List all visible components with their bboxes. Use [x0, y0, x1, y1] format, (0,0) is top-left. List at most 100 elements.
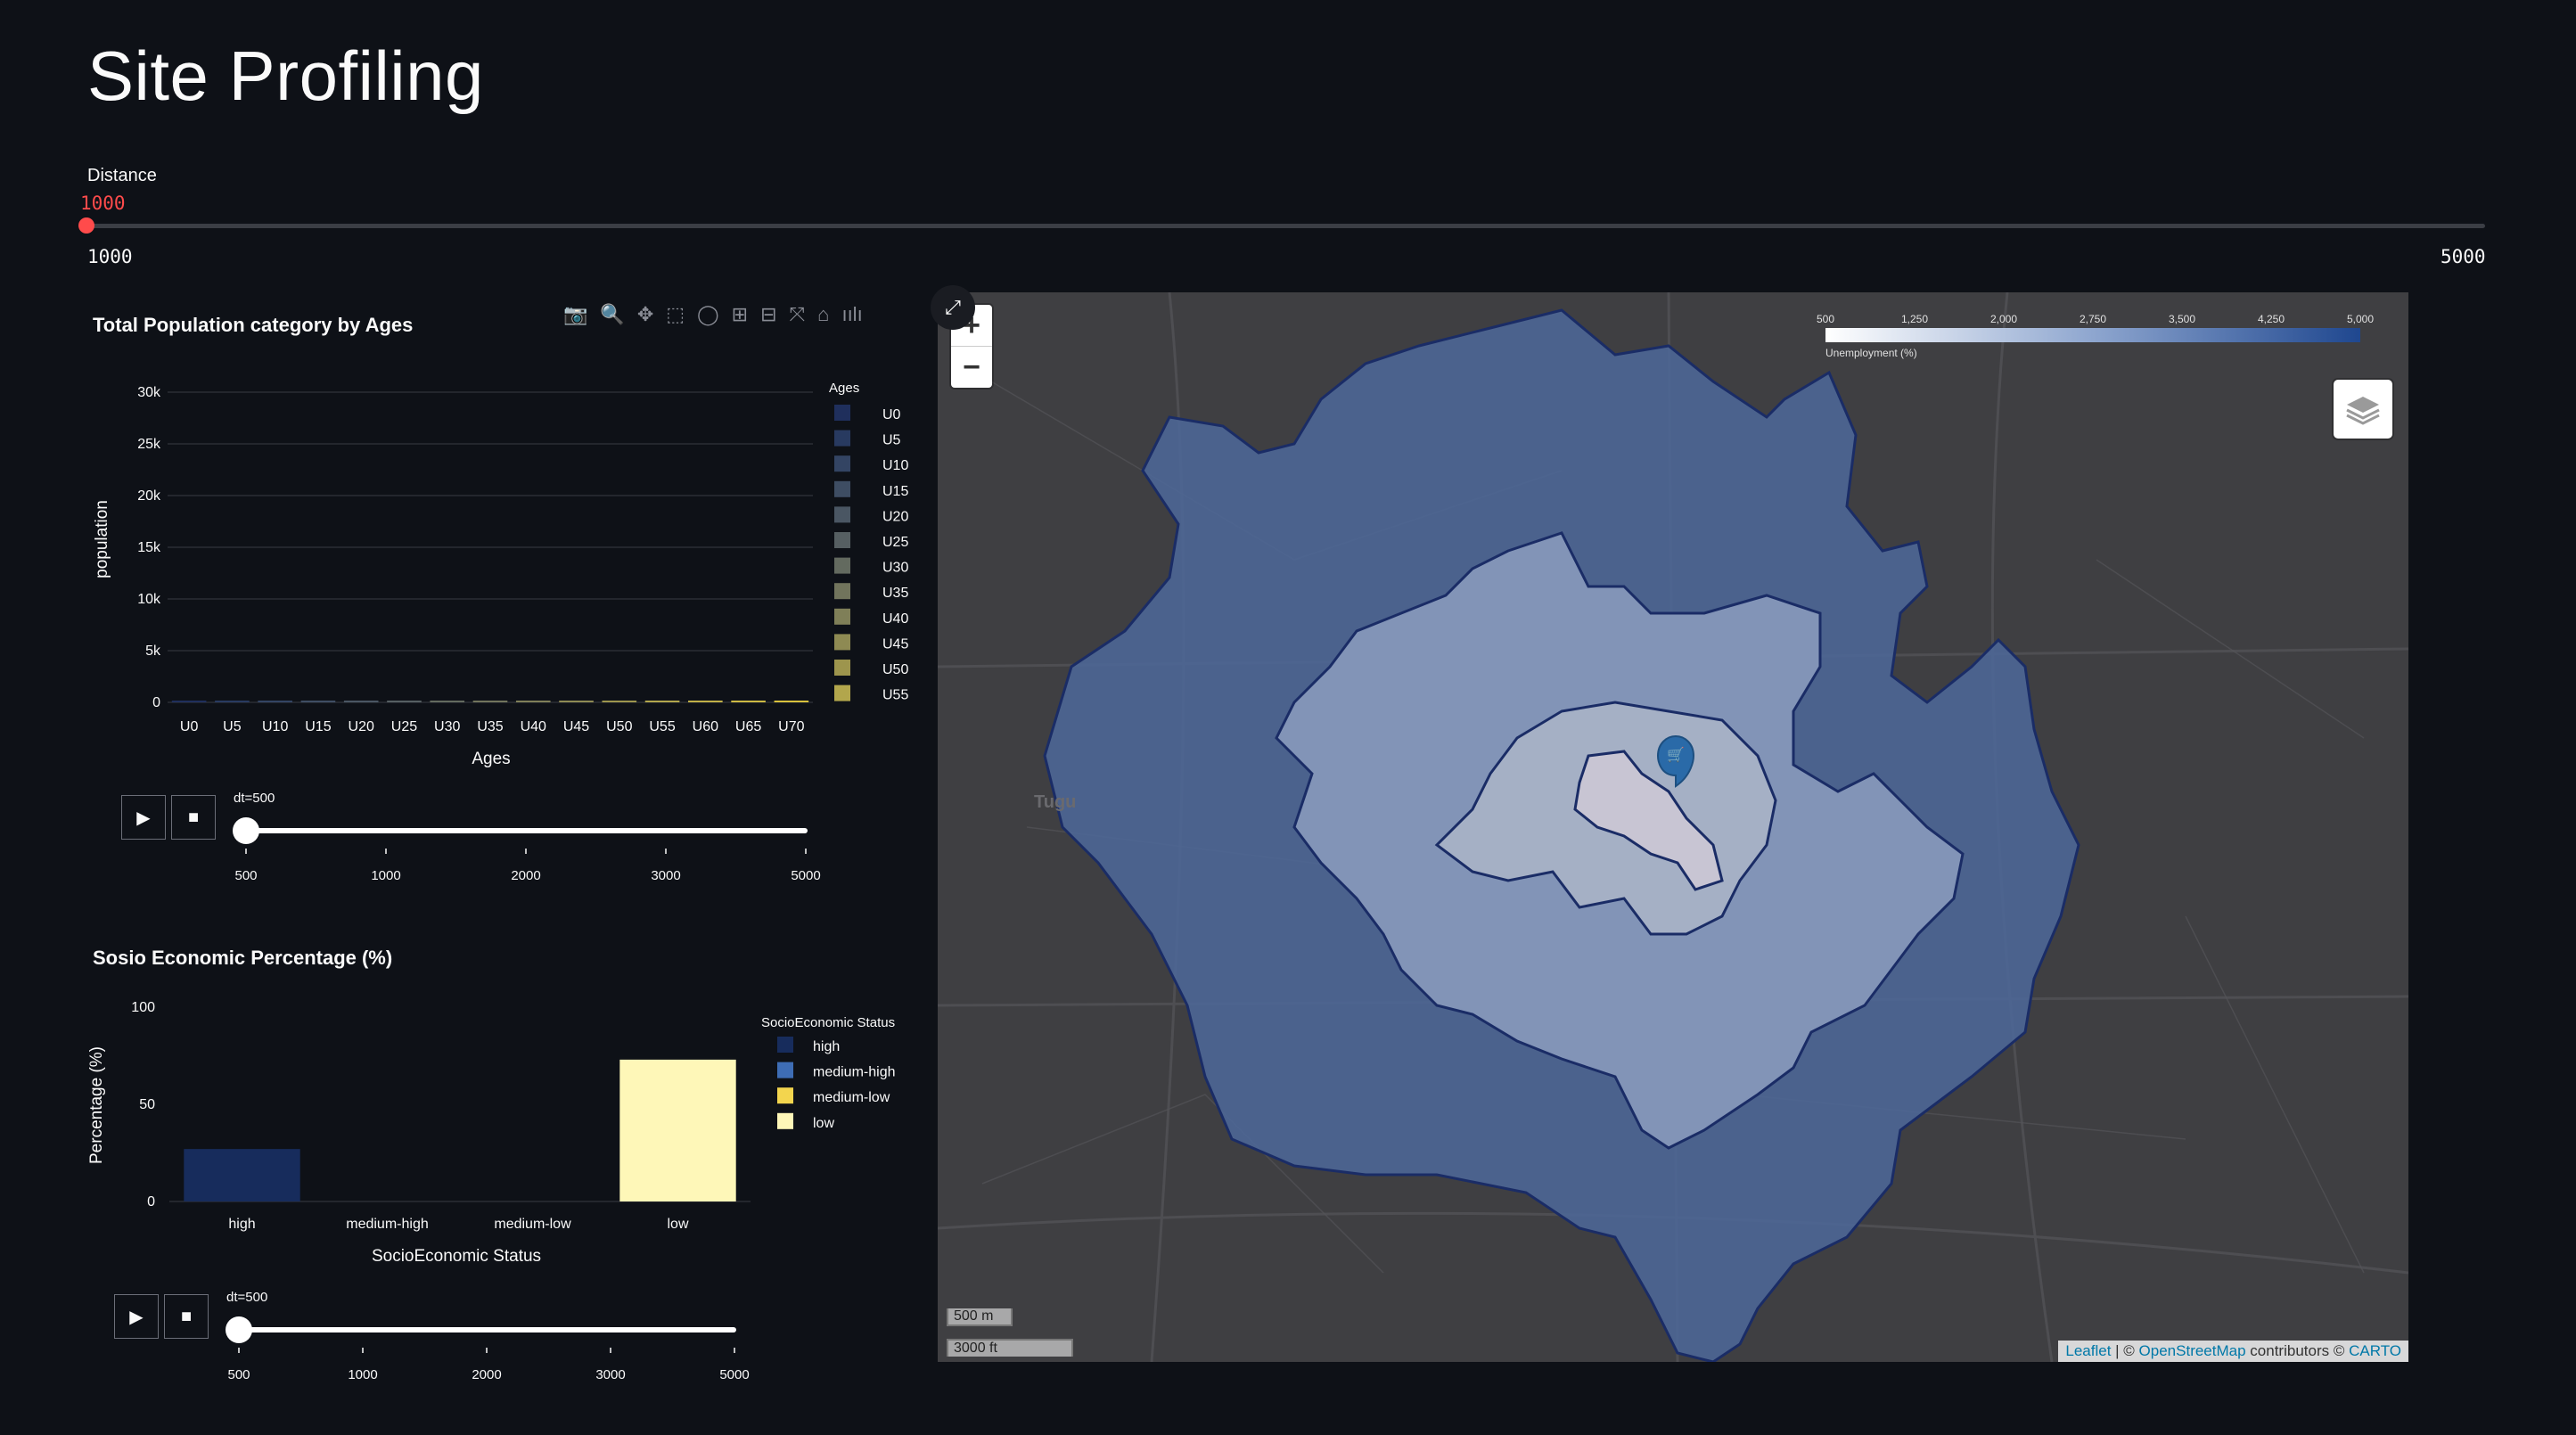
population-animation-thumb[interactable]: [233, 817, 259, 844]
population-legend-swatch[interactable]: [834, 506, 850, 523]
population-bar[interactable]: [731, 701, 766, 702]
population-anim-tick-label[interactable]: 500: [234, 868, 257, 883]
map[interactable]: 🛒 Tugu 500 1,250 2,000 2,750 3,500 4,250 5,000…: [938, 292, 2408, 1362]
population-bar[interactable]: [602, 701, 637, 702]
population-legend-label[interactable]: U25: [882, 535, 908, 550]
population-bar[interactable]: [644, 701, 680, 702]
osm-link[interactable]: OpenStreetMap: [2139, 1342, 2246, 1359]
population-bar[interactable]: [387, 701, 422, 702]
fullscreen-button[interactable]: ⤢: [931, 285, 975, 330]
map-tiles[interactable]: 🛒 Tugu 500 1,250 2,000 2,750 3,500 4,250 5,000…: [938, 292, 2408, 1362]
population-legend-swatch[interactable]: [834, 583, 850, 600]
population-y-tick: 30k: [137, 385, 161, 400]
distance-slider-thumb[interactable]: [78, 217, 94, 234]
population-legend-label[interactable]: U5: [882, 433, 901, 448]
socio-legend-swatch[interactable]: [777, 1062, 793, 1078]
socio-anim-tick-label[interactable]: 5000: [719, 1367, 749, 1382]
population-legend-label[interactable]: U40: [882, 611, 908, 627]
population-legend-swatch[interactable]: [834, 455, 850, 472]
socio-animation-thumb[interactable]: [226, 1316, 252, 1343]
socio-animation-track[interactable]: [237, 1327, 736, 1332]
socio-x-tick: medium-low: [494, 1217, 571, 1232]
leaflet-link[interactable]: Leaflet: [2065, 1342, 2111, 1359]
population-anim-tick-label[interactable]: 1000: [371, 868, 400, 883]
socio-bar[interactable]: [184, 1149, 300, 1201]
zoom-out-button[interactable]: −: [951, 346, 992, 388]
socio-bar[interactable]: [619, 1059, 736, 1201]
camera-icon[interactable]: 📷: [563, 303, 587, 326]
carto-link[interactable]: CARTO: [2349, 1342, 2401, 1359]
population-stop-button[interactable]: ■: [171, 795, 216, 840]
population-bar[interactable]: [258, 701, 292, 702]
population-anim-tick-label[interactable]: 2000: [511, 868, 540, 883]
zoom-out-icon[interactable]: ⊟: [760, 303, 776, 326]
population-bar[interactable]: [472, 701, 508, 702]
population-legend-label[interactable]: U20: [882, 509, 908, 524]
population-bar[interactable]: [559, 701, 594, 702]
zoom-icon[interactable]: 🔍: [600, 303, 624, 326]
socio-x-tick: low: [667, 1217, 688, 1232]
distance-slider-max: 5000: [2441, 246, 2486, 267]
population-bar[interactable]: [300, 701, 336, 702]
population-bar[interactable]: [688, 701, 723, 702]
population-legend-label[interactable]: U10: [882, 458, 908, 473]
autoscale-icon[interactable]: ⤧: [790, 303, 806, 326]
population-animation-track[interactable]: [244, 828, 808, 833]
distance-slider-track[interactable]: [87, 224, 2485, 228]
population-x-tick: U5: [223, 719, 242, 734]
population-bar[interactable]: [215, 701, 250, 702]
population-anim-tick-label[interactable]: 3000: [651, 868, 680, 883]
population-legend-swatch[interactable]: [834, 480, 850, 497]
population-legend-label[interactable]: U50: [882, 662, 908, 677]
reset-axes-icon[interactable]: ⌂: [817, 303, 829, 326]
population-legend-swatch[interactable]: [834, 685, 850, 701]
socio-legend-label[interactable]: low: [813, 1116, 834, 1131]
population-bar[interactable]: [430, 701, 465, 702]
population-animation-slider[interactable]: dt=500 500 1000 2000 3000 5000: [223, 784, 829, 891]
socio-play-button[interactable]: ▶: [114, 1294, 159, 1339]
population-legend-label[interactable]: U55: [882, 688, 908, 703]
socio-legend-label[interactable]: high: [813, 1039, 840, 1054]
population-y-tick: 20k: [137, 488, 161, 504]
socio-stop-button[interactable]: ■: [164, 1294, 209, 1339]
population-legend-label[interactable]: U30: [882, 561, 908, 576]
socio-animation-slider[interactable]: dt=500 500 1000 2000 3000 5000: [216, 1283, 768, 1390]
population-bar[interactable]: [515, 701, 551, 702]
population-legend-swatch[interactable]: [834, 430, 850, 447]
population-legend-label[interactable]: U45: [882, 636, 908, 652]
colorbar-tick: 2,000: [1990, 313, 2017, 325]
socio-anim-tick-label[interactable]: 3000: [595, 1367, 625, 1382]
population-chart-x-axis-title: Ages: [472, 750, 510, 768]
socio-legend-title: SocioEconomic Status: [761, 1015, 895, 1030]
population-legend-label[interactable]: U0: [882, 407, 901, 422]
population-bar[interactable]: [171, 701, 207, 702]
socio-chart-x-axis-title: SocioEconomic Status: [372, 1247, 541, 1266]
population-anim-tick-label[interactable]: 5000: [791, 868, 820, 883]
lasso-select-icon[interactable]: ◯: [697, 303, 719, 326]
population-legend-label[interactable]: U15: [882, 484, 908, 499]
socio-animation-label: dt=500: [226, 1290, 267, 1305]
population-bar[interactable]: [774, 701, 809, 702]
population-legend-swatch[interactable]: [834, 634, 850, 651]
population-play-button[interactable]: ▶: [121, 795, 166, 840]
population-legend-swatch[interactable]: [834, 660, 850, 676]
population-legend-swatch[interactable]: [834, 532, 850, 548]
socio-legend-swatch[interactable]: [777, 1087, 793, 1104]
socio-legend-swatch[interactable]: [777, 1112, 793, 1129]
box-select-icon[interactable]: ⬚: [666, 303, 685, 326]
socio-legend-label[interactable]: medium-high: [813, 1065, 895, 1080]
socio-anim-tick-label[interactable]: 500: [227, 1367, 250, 1382]
plotly-logo-icon[interactable]: ıılı: [841, 303, 862, 326]
pan-icon[interactable]: ✥: [637, 303, 653, 326]
socio-anim-tick-label[interactable]: 1000: [348, 1367, 377, 1382]
socio-legend-swatch[interactable]: [777, 1037, 793, 1053]
zoom-in-icon[interactable]: ⊞: [732, 303, 748, 326]
population-legend-swatch[interactable]: [834, 405, 850, 421]
layers-control[interactable]: [2334, 380, 2392, 439]
socio-legend-label[interactable]: medium-low: [813, 1090, 890, 1105]
population-legend-swatch[interactable]: [834, 557, 850, 574]
population-legend-label[interactable]: U35: [882, 586, 908, 601]
population-bar[interactable]: [343, 701, 379, 702]
socio-anim-tick-label[interactable]: 2000: [472, 1367, 501, 1382]
population-legend-swatch[interactable]: [834, 608, 850, 625]
